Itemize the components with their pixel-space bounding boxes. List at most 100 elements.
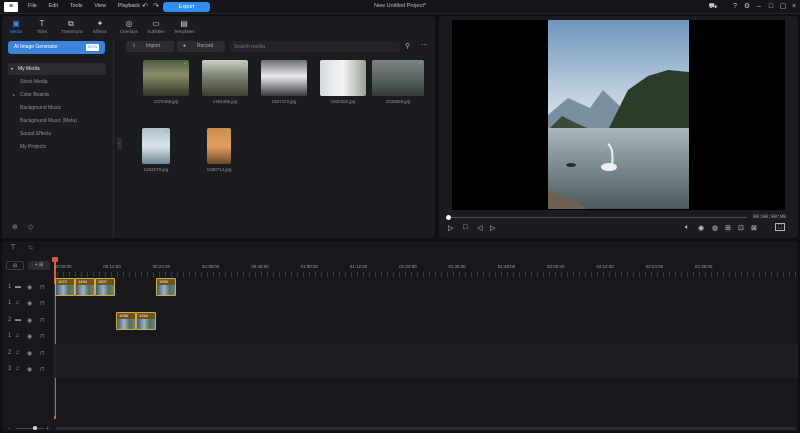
close-icon[interactable]: × — [789, 2, 799, 12]
media-thumbnail[interactable]: ✓ — [320, 60, 366, 96]
ai-image-generator-button[interactable]: AI Image Generator BETA — [8, 41, 105, 54]
record-button[interactable]: ● Record — [177, 41, 225, 52]
tab-effects[interactable]: ✦ Effects — [90, 18, 110, 34]
timeline-clip[interactable]: 1930 — [156, 278, 176, 296]
media-thumbnail[interactable]: ✓ — [261, 60, 307, 96]
zoom-in-icon[interactable]: + — [46, 426, 49, 432]
track-number: 2 — [8, 350, 12, 356]
timeline-clip[interactable]: 1936 — [116, 312, 136, 330]
lock-icon[interactable]: ⊓ — [40, 366, 45, 373]
visibility-icon[interactable]: ◉ — [27, 284, 32, 291]
track-manager-button[interactable]: ⊟ — [6, 261, 24, 270]
mute-icon[interactable]: ◉ — [27, 333, 32, 340]
tab-transitions[interactable]: ⧉ Transitions — [61, 18, 83, 34]
add-track-button[interactable]: + ⊞ — [28, 261, 50, 270]
snapshot-icon[interactable]: ◉ — [698, 224, 704, 232]
export-button[interactable]: Export — [163, 2, 210, 12]
sidebar-item-label: Stock Media — [20, 79, 48, 85]
split-icon[interactable]: ⇆ — [28, 244, 33, 251]
aspect-ratio-icon[interactable]: ⊞ — [725, 224, 731, 232]
fullscreen-icon[interactable]: ⛶ — [775, 223, 785, 231]
more-icon[interactable]: ▢ — [778, 2, 788, 12]
timeline-scrollbar[interactable] — [56, 427, 796, 430]
chevron-right-icon: ▸ — [13, 92, 16, 97]
sidebar-item-background-music[interactable]: Background Music — [10, 102, 108, 114]
zoom-slider[interactable] — [16, 428, 44, 429]
lock-icon[interactable]: ⊓ — [40, 284, 45, 291]
tab-overlays[interactable]: ◎ Overlays — [119, 18, 139, 34]
redo-icon[interactable]: ↷ — [151, 2, 161, 12]
media-thumbnail[interactable]: ✓ — [202, 60, 248, 96]
mute-icon[interactable]: ◉ — [27, 366, 32, 373]
tab-subtitles[interactable]: ▭ Subtitles — [146, 18, 166, 34]
music-icon: ♫ — [15, 350, 20, 356]
crop-icon[interactable]: ⊡ — [738, 224, 744, 232]
collapse-sidebar-handle[interactable]: ‹ — [117, 138, 122, 150]
tab-titles[interactable]: T Titles — [32, 18, 52, 34]
undo-icon[interactable]: ↶ — [140, 2, 150, 12]
sidebar-item-label: My Media — [18, 66, 40, 72]
mute-icon[interactable]: ◉ — [27, 300, 32, 307]
media-thumbnail[interactable]: ✓ — [372, 60, 424, 96]
sidebar-item-stock-media[interactable]: Stock Media — [10, 76, 108, 88]
tab-templates[interactable]: ▤ Templates — [174, 18, 195, 34]
lock-icon[interactable]: ⊓ — [40, 350, 45, 357]
sidebar-item-my-media[interactable]: ▾ My Media — [8, 63, 106, 75]
lock-icon[interactable]: ⊓ — [40, 317, 45, 324]
tab-media[interactable]: ▣ Media — [6, 18, 26, 34]
media-file-name: 1078488.jpg — [153, 99, 179, 104]
zoom-slider-handle[interactable] — [33, 426, 37, 430]
search-media-input[interactable] — [230, 41, 400, 52]
timeline-clip[interactable]: 1494 — [75, 278, 95, 296]
next-frame-icon[interactable]: ▷ — [490, 224, 495, 232]
help-icon[interactable]: ? — [730, 2, 740, 12]
menu-edit[interactable]: Edit — [49, 3, 58, 9]
preview-panel: 00:00:00:00 ▷ □ ◁ ▷ 🔈︎ ◉ ◍ ⊞ ⊡ ⊠ ⛶ — [439, 16, 798, 238]
timeline-clip[interactable]: 1264 — [136, 312, 156, 330]
track-lane-highlight — [55, 344, 798, 378]
minimize-icon[interactable]: – — [754, 2, 764, 12]
playhead-handle[interactable] — [446, 215, 451, 220]
subtitles-icon: ▭ — [152, 19, 160, 28]
track-number: 2 — [8, 317, 12, 323]
mute-icon[interactable]: ◉ — [27, 350, 32, 357]
sidebar-item-my-projects[interactable]: My Projects — [10, 141, 108, 153]
media-thumbnail[interactable]: ✓ — [142, 128, 170, 164]
playhead-marker[interactable] — [52, 257, 58, 262]
zoom-out-icon[interactable]: − — [8, 426, 11, 432]
timeline-clip[interactable]: 1072 — [55, 278, 75, 296]
media-thumbnail[interactable]: ✓ — [143, 60, 189, 96]
ruler-label: 02:24:00 — [645, 264, 664, 269]
import-button[interactable]: ⇩ Import — [126, 41, 174, 52]
more-options-icon[interactable]: ⋯ — [421, 41, 428, 49]
previous-frame-icon[interactable]: ◁ — [477, 224, 482, 232]
ruler-label: 00:00:00 — [54, 264, 72, 269]
media-thumbnail[interactable]: ✓ — [207, 128, 231, 164]
lock-icon[interactable]: ⊓ — [40, 333, 45, 340]
add-folder-icon[interactable]: ⊕ — [12, 223, 18, 231]
sidebar-item-sound-effects[interactable]: Sound Effects — [10, 128, 108, 140]
menu-file[interactable]: File — [28, 3, 37, 9]
tag-icon[interactable]: ◇ — [28, 223, 33, 231]
settings-icon[interactable]: ⚙ — [742, 2, 752, 12]
timeline-clip[interactable]: 1507 — [95, 278, 115, 296]
playback-scrubber[interactable] — [449, 217, 747, 218]
maximize-icon[interactable]: □ — [766, 2, 776, 12]
stop-icon[interactable]: □ — [463, 224, 467, 231]
media-file-name: 1936828.jpg — [385, 99, 411, 104]
volume-icon[interactable]: 🔈︎ — [685, 224, 689, 232]
lock-icon[interactable]: ⊓ — [40, 300, 45, 307]
play-icon[interactable]: ▷ — [448, 224, 453, 232]
record-voice-icon[interactable]: ◍ — [712, 224, 718, 232]
menu-view[interactable]: View — [94, 3, 106, 9]
sidebar-item-label: Background Music — [20, 105, 62, 111]
sidebar-item-background-music-meta[interactable]: Background Music (Meta) — [10, 115, 108, 127]
menu-tools[interactable]: Tools — [70, 3, 83, 9]
filter-icon[interactable]: ⚲ — [405, 42, 410, 50]
zoom-icon[interactable]: ⊠ — [751, 224, 757, 232]
timeline-tools-icon[interactable]: ⊤ — [10, 243, 16, 251]
visibility-icon[interactable]: ◉ — [27, 317, 32, 324]
cart-icon[interactable]: ⛟ — [708, 2, 718, 12]
sidebar-item-color-boards[interactable]: ▸ Color Boards — [10, 89, 108, 101]
menu-playback[interactable]: Playback — [118, 3, 140, 9]
